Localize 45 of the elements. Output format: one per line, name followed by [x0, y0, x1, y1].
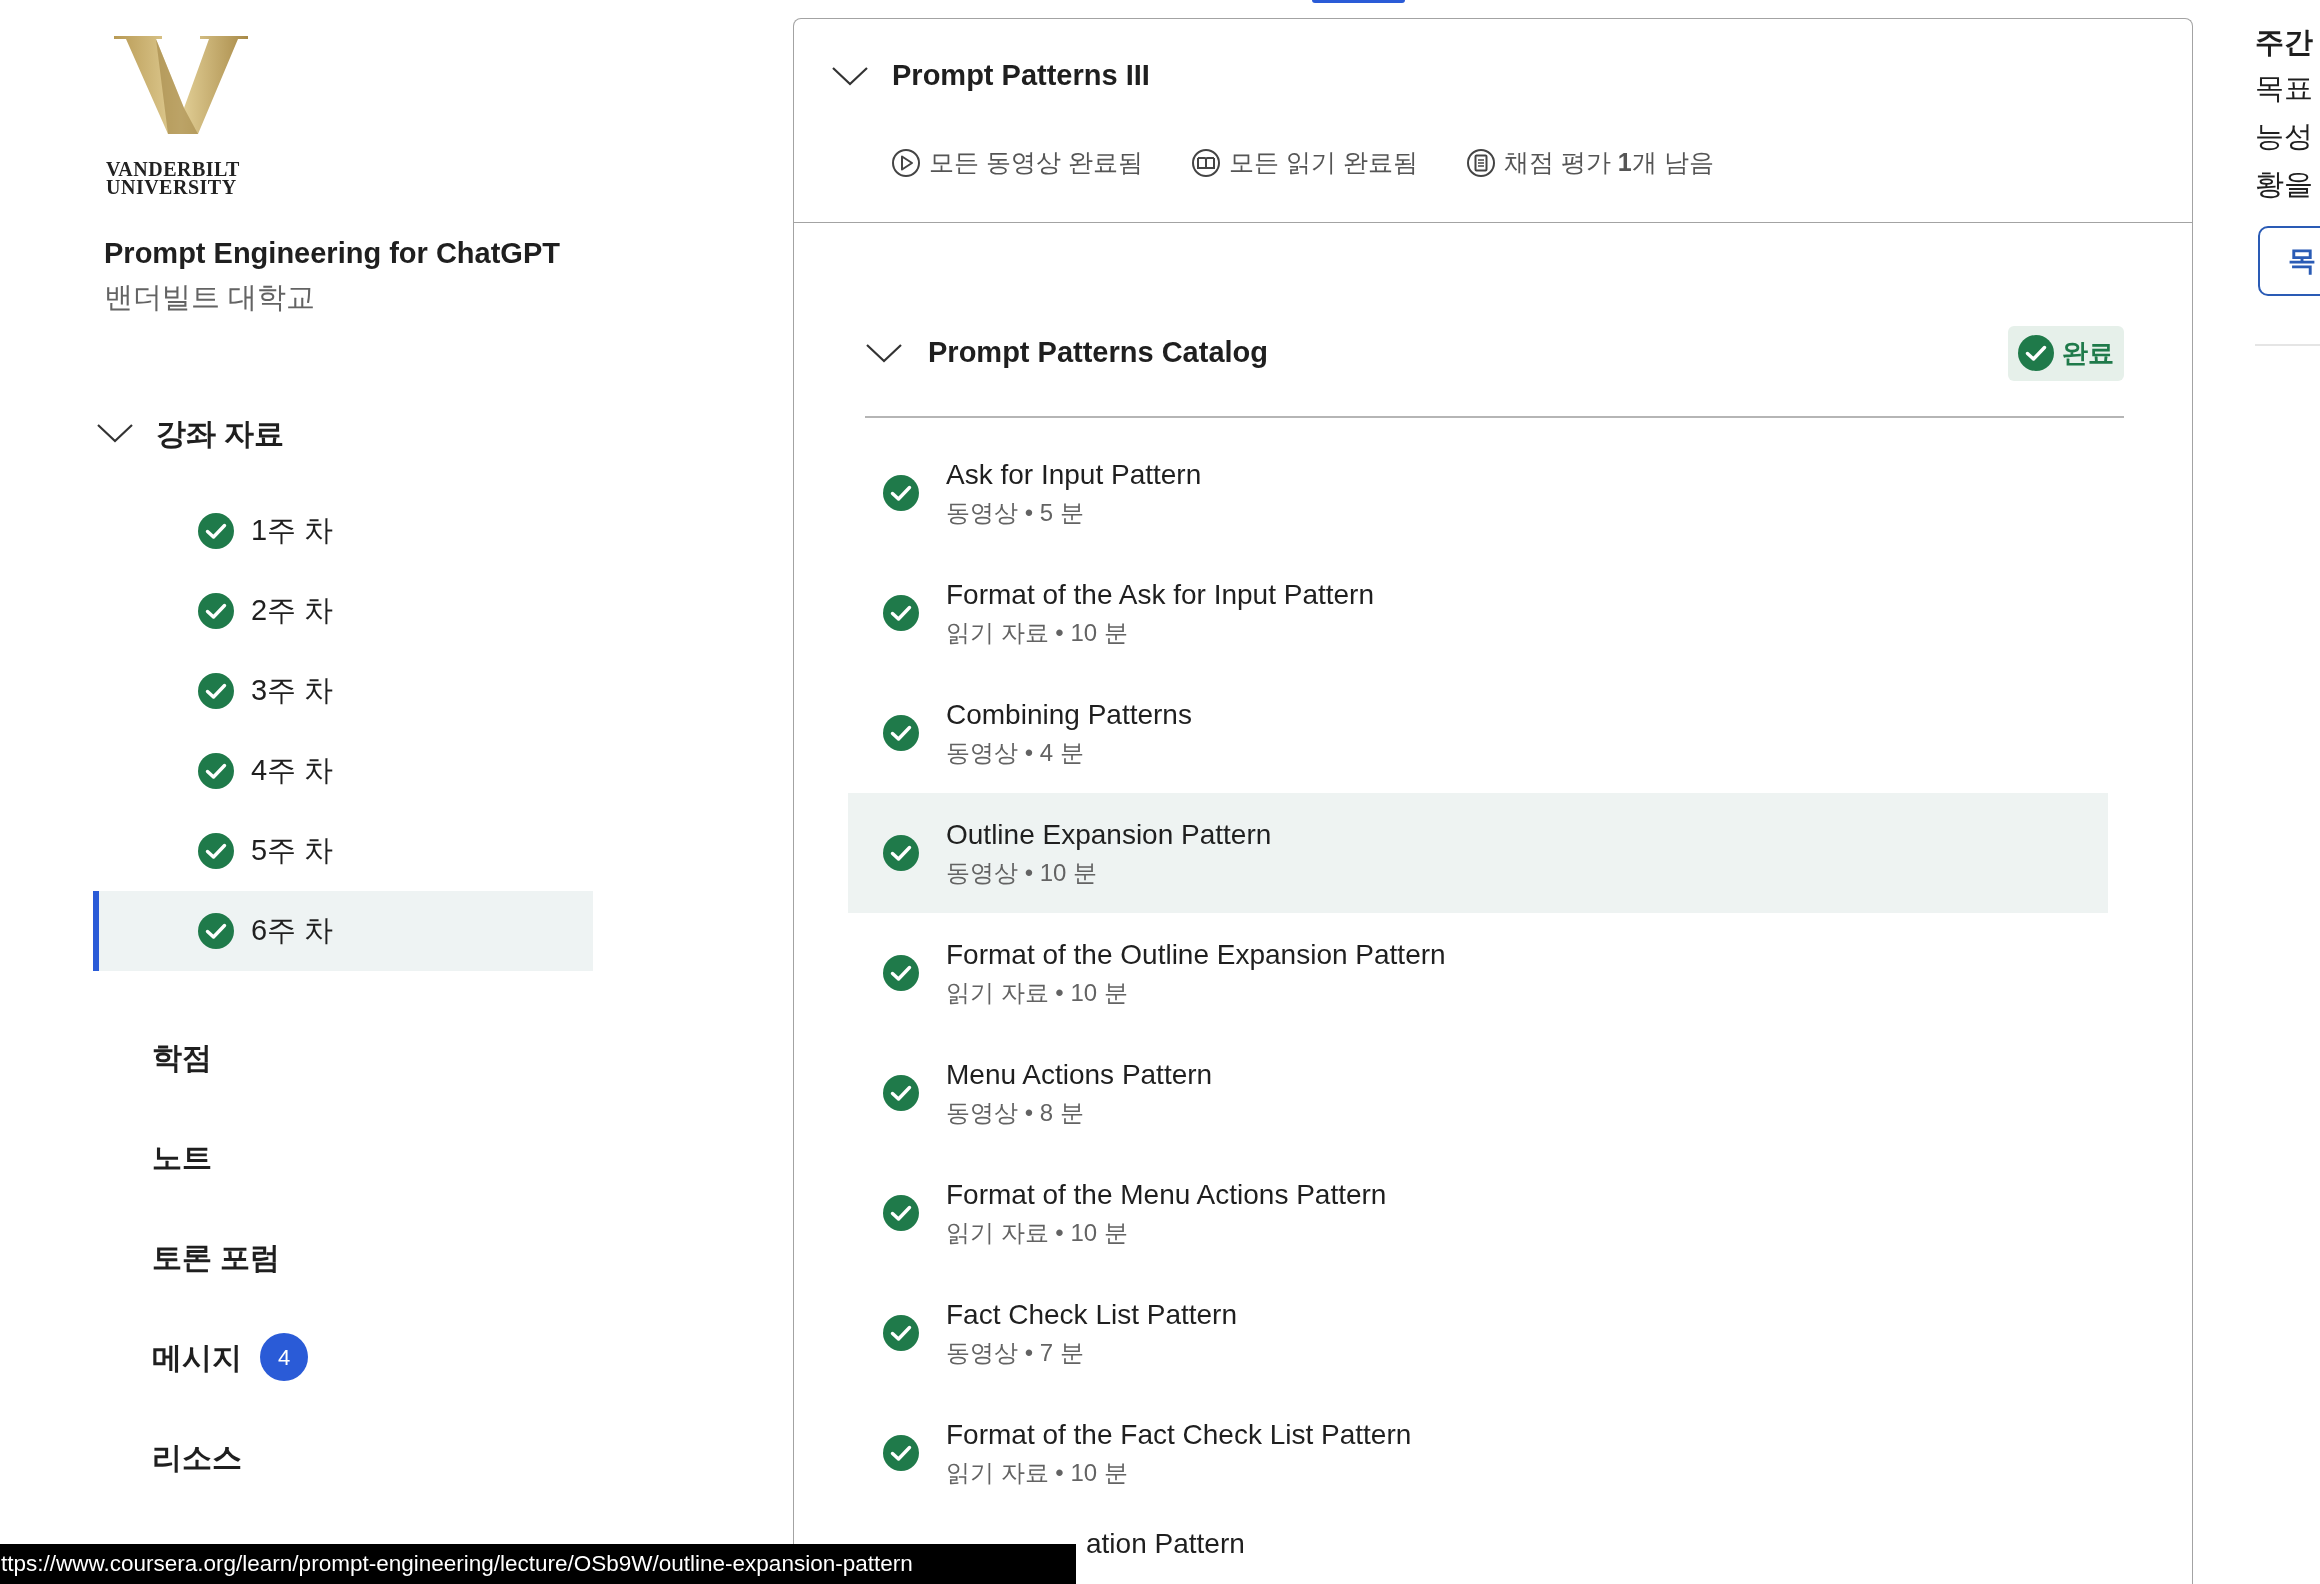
nav-link[interactable]: 리소스 — [152, 1434, 242, 1480]
institution-name: 밴더빌트 대학교 — [103, 280, 317, 315]
lesson-item[interactable]: Format of the Ask for Input Pattern 읽기 자료 • 10 분 — [848, 553, 2108, 673]
week-item[interactable]: 5주 차 — [93, 811, 593, 891]
completion-status: 채점 평가 1개 남음 — [1503, 147, 1714, 178]
nav-link[interactable]: 토론 포럼 — [152, 1234, 281, 1280]
book-circle-icon — [1190, 147, 1221, 178]
lesson-title: Prompt Patterns Catalog — [928, 335, 1269, 371]
document-circle-icon — [1465, 147, 1496, 178]
wordmark: VANDERBILT UNIVERSITY — [106, 160, 240, 196]
panel-text: 목표 — [2255, 71, 2314, 106]
nav-link[interactable]: 학점 — [152, 1034, 212, 1080]
link-url-tooltip: ttps://www.coursera.org/learn/prompt-engineering/lecture/OSb9W/outline-expansion-pattern — [0, 1544, 1076, 1584]
nav-link[interactable]: 메시지 — [152, 1334, 242, 1380]
week-item[interactable]: 6주 차 — [93, 891, 593, 971]
v-logo-icon — [114, 36, 248, 134]
lesson-item[interactable]: Menu Actions Pattern 동영상 • 8 분 — [848, 1033, 2108, 1153]
lesson-item[interactable]: Combining Patterns 동영상 • 4 분 — [848, 673, 2108, 793]
completion-status: 모든 읽기 완료됨 — [1228, 147, 1418, 178]
goal-button[interactable]: 목 — [2258, 226, 2320, 296]
lesson-item[interactable]: Fact Check List Pattern 동영상 • 7 분 — [848, 1273, 2108, 1393]
lesson-item[interactable]: ation Pattern — [1086, 1528, 1245, 1559]
module-title: Prompt Patterns III — [892, 58, 1150, 94]
play-circle-icon — [891, 147, 921, 178]
panel-heading: 주간 — [2255, 25, 2314, 60]
completion-status: 모든 동영상 완료됨 — [929, 147, 1143, 178]
count-badge: 4 — [260, 1333, 308, 1381]
panel-text: 능성 — [2255, 119, 2314, 154]
lesson-item[interactable]: Format of the Fact Check List Pattern 읽기 자료 • 10 분 — [848, 1393, 2108, 1513]
course-title: Prompt Engineering for ChatGPT — [103, 236, 561, 271]
panel-text: 황을 — [2255, 167, 2314, 202]
week-item[interactable]: 2주 차 — [93, 571, 593, 651]
lesson-item[interactable]: Format of the Menu Actions Pattern 읽기 자료 • 10 분 — [848, 1153, 2108, 1273]
lesson-item[interactable]: Ask for Input Pattern 동영상 • 5 분 — [848, 433, 2108, 553]
nav-link[interactable]: 노트 — [152, 1134, 212, 1180]
completed-badge: 완료 — [2008, 325, 2124, 381]
week-item[interactable]: 1주 차 — [93, 491, 593, 571]
week-item[interactable]: 3주 차 — [93, 651, 593, 731]
chevron-down-icon[interactable] — [865, 342, 903, 364]
chevron-down-icon[interactable] — [831, 65, 869, 87]
lesson-item[interactable]: Format of the Outline Expansion Pattern 읽기 자료 • 10 분 — [848, 913, 2108, 1033]
week-item[interactable]: 4주 차 — [93, 731, 593, 811]
chevron-down-icon[interactable] — [96, 422, 134, 444]
section-heading: 강좌 자료 — [156, 415, 285, 452]
lesson-item[interactable]: Outline Expansion Pattern 동영상 • 10 분 — [848, 793, 2108, 913]
